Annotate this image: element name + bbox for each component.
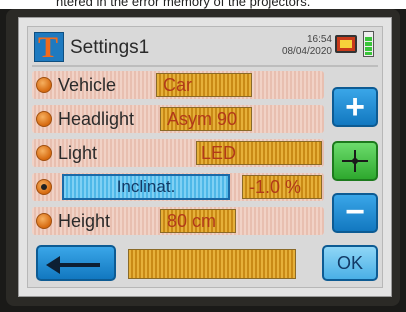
radio-headlight[interactable] (36, 111, 52, 127)
button-inclination[interactable]: Inclinat. (62, 174, 230, 200)
settings-panel: T Settings1 16:54 08/04/2020 Vehicle Car… (27, 26, 383, 288)
radio-height[interactable] (36, 213, 52, 229)
radio-vehicle[interactable] (36, 77, 52, 93)
row-inclination[interactable]: Inclinat. -1.0 % (32, 173, 324, 201)
plus-icon: + (345, 88, 365, 126)
radio-inclination[interactable] (36, 179, 52, 195)
status-bar (128, 249, 296, 279)
clock-time: 16:54 (306, 34, 332, 45)
clock-date: 08/04/2020 (281, 46, 332, 57)
back-arrow-icon (46, 256, 100, 274)
row-height[interactable]: Height 80 cm (32, 207, 324, 235)
battery-icon (363, 31, 374, 57)
field-height[interactable]: 80 cm (160, 209, 236, 233)
app-logo: T (34, 31, 64, 64)
crosshair-icon (342, 150, 368, 172)
caption-strip: ntered in the error memory of the projec… (0, 0, 406, 9)
device-screen: T Settings1 16:54 08/04/2020 Vehicle Car… (18, 17, 392, 297)
field-light[interactable]: LED (196, 141, 322, 165)
caption-text: ntered in the error memory of the projec… (56, 0, 311, 9)
radio-light[interactable] (36, 145, 52, 161)
monitor-icon[interactable] (335, 35, 357, 53)
label-headlight: Headlight (58, 109, 135, 129)
ok-label: OK (336, 253, 363, 273)
minus-icon: − (345, 193, 365, 231)
page-title: Settings1 (70, 37, 150, 58)
plus-button[interactable]: + (332, 87, 378, 127)
logo-letter: T (38, 31, 59, 64)
row-light[interactable]: Light LED (32, 139, 324, 167)
ok-button[interactable]: OK (322, 245, 378, 281)
field-vehicle[interactable]: Car (156, 73, 252, 97)
label-height: Height (58, 211, 111, 231)
label-vehicle: Vehicle (58, 75, 117, 95)
confirm-green-button[interactable] (332, 141, 378, 181)
label-light: Light (58, 143, 98, 163)
field-inclination[interactable]: -1.0 % (242, 175, 322, 199)
row-headlight[interactable]: Headlight Asym 90 (32, 105, 324, 133)
row-vehicle[interactable]: Vehicle Car (32, 71, 324, 99)
back-button[interactable] (36, 245, 116, 281)
header-divider (32, 65, 378, 67)
field-headlight[interactable]: Asym 90 (160, 107, 252, 131)
minus-button[interactable]: − (332, 193, 378, 233)
